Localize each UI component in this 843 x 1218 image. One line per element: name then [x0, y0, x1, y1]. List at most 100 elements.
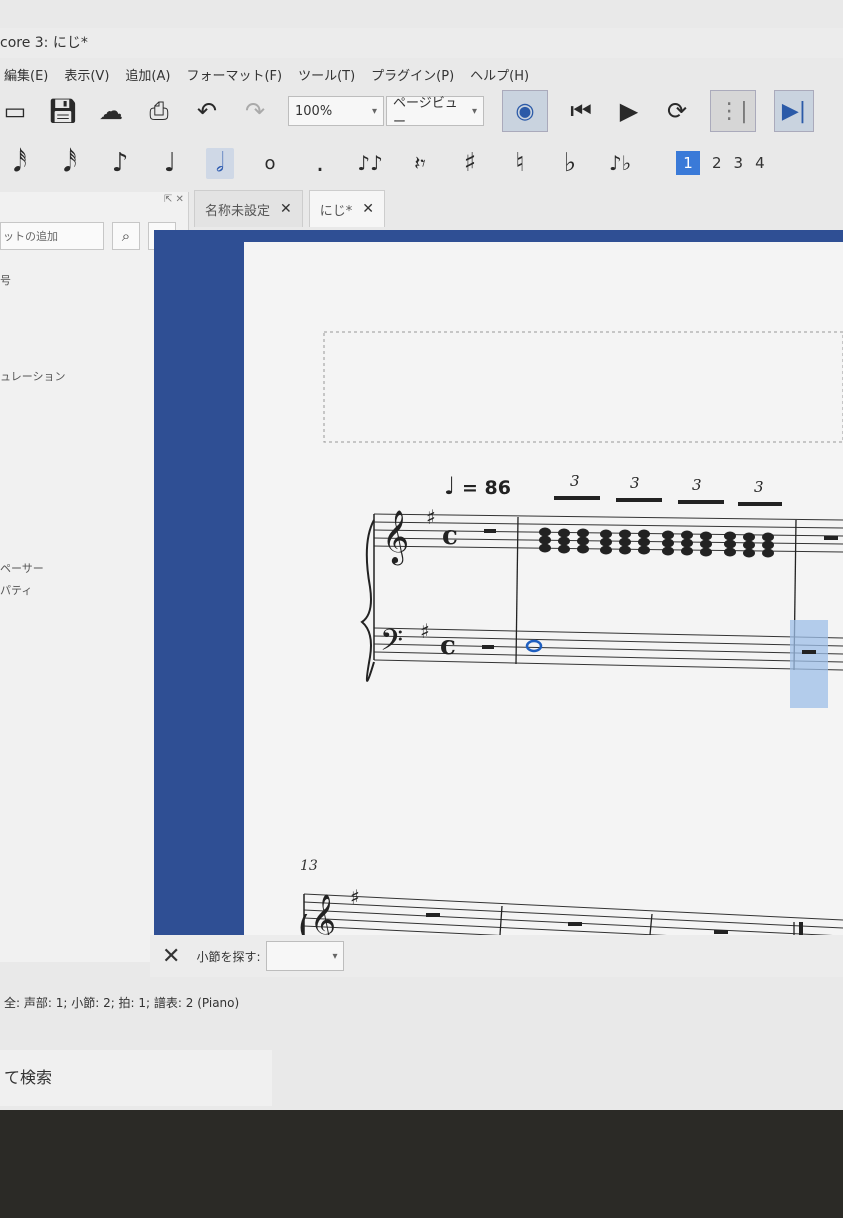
- note-32nd-icon[interactable]: 𝅘𝅥𝅰: [56, 148, 84, 179]
- rewind-icon[interactable]: ⏮: [566, 96, 596, 126]
- redo-icon[interactable]: ↷: [240, 96, 270, 126]
- voice-selector: 1 2 3 4: [676, 151, 765, 175]
- loop-in-button[interactable]: ⋮|: [710, 90, 756, 132]
- view-mode-select[interactable]: ページビュー ▾: [386, 96, 484, 130]
- tuplet-number[interactable]: 3: [630, 474, 640, 492]
- close-icon[interactable]: ✕: [362, 201, 374, 217]
- find-measure-input[interactable]: ▾: [266, 941, 345, 971]
- tuplet-chords-3[interactable]: [662, 500, 724, 557]
- note-input-toolbar: 𝅘𝅥𝅰 𝅘𝅥𝅰 ♪ ♩ 𝅗𝅥 o . ♪♪ 𝄽𝄾 ♯ ♮ ♭ ♪♭ 1 2 3 …: [0, 140, 843, 186]
- tuplet-chords-4[interactable]: [724, 502, 782, 558]
- palette-item-spacers[interactable]: ペーサー: [0, 560, 44, 576]
- barline: [649, 913, 653, 935]
- menu-tools[interactable]: ツール(T): [298, 65, 355, 84]
- find-measure-bar: ✕ 小節を探す: ▾: [150, 935, 843, 977]
- view-mode-value: ページビュー: [393, 96, 458, 130]
- search-icon: ⌕: [121, 227, 131, 245]
- note-whole-icon[interactable]: o: [256, 153, 284, 174]
- half-rest[interactable]: [568, 922, 582, 926]
- menu-plugins[interactable]: プラグイン(P): [371, 65, 454, 84]
- chevron-down-icon: ▾: [332, 950, 338, 962]
- bass-clef-icon[interactable]: 𝄢: [380, 624, 403, 665]
- half-rest[interactable]: [426, 913, 440, 917]
- print-icon[interactable]: ⎙: [144, 96, 174, 126]
- tie-icon[interactable]: ♪♪: [356, 151, 384, 175]
- undo-icon[interactable]: ↶: [192, 96, 222, 126]
- voice-4-button[interactable]: 4: [755, 154, 765, 172]
- score-canvas[interactable]: 𝄞 ♯ c 𝄢 ♯ c ♩ = 86 3 3 3 3 13 (𝄞 ♯: [154, 230, 843, 935]
- sharp-icon[interactable]: ♯: [456, 148, 484, 178]
- half-rest[interactable]: [802, 650, 816, 654]
- play-icon[interactable]: ▶: [614, 96, 644, 126]
- main-toolbar: ▭ 💾︎ ☁ ⎙ ↶ ↷ 100% ▾ ページビュー ▾ ◉ ⏮ ▶ ⟳ ⋮| …: [0, 88, 843, 134]
- whole-note[interactable]: [525, 639, 543, 653]
- note-eighth-icon[interactable]: ♪: [106, 148, 134, 178]
- treble-staff-system-2: [303, 893, 843, 935]
- note-64th-icon[interactable]: 𝅘𝅥𝅰: [6, 148, 34, 179]
- half-rest[interactable]: [824, 536, 838, 540]
- flip-direction-icon[interactable]: ♪♭: [606, 151, 634, 175]
- tuplet-number[interactable]: 3: [570, 472, 580, 490]
- windows-search-box[interactable]: て検索: [0, 1050, 272, 1106]
- natural-icon[interactable]: ♮: [506, 148, 534, 178]
- taskbar: e ▭ @ ▦ ◉ ▮ S ◉: [272, 1080, 843, 1110]
- augmentation-dot-icon[interactable]: .: [306, 148, 334, 178]
- voice-2-button[interactable]: 2: [712, 154, 722, 172]
- menu-help[interactable]: ヘルプ(H): [470, 65, 529, 84]
- save-icon[interactable]: 💾︎: [48, 96, 78, 126]
- midi-input-button[interactable]: ◉: [502, 90, 548, 132]
- tuplet-chords-2[interactable]: [600, 498, 662, 555]
- tempo-note-icon: ♩: [444, 472, 455, 500]
- midi-icon: ◉: [515, 98, 535, 124]
- half-rest[interactable]: [714, 930, 728, 934]
- panel-float-icon[interactable]: ⇱ ✕: [164, 194, 184, 205]
- note-quarter-icon[interactable]: ♩: [156, 148, 184, 178]
- menu-edit[interactable]: 編集(E): [4, 65, 48, 84]
- palette-item-properties[interactable]: パティ: [0, 582, 32, 598]
- find-measure-label: 小節を探す:: [196, 949, 261, 964]
- key-signature-sharp-icon[interactable]: ♯: [350, 885, 360, 909]
- palette-search-button[interactable]: ⌕: [112, 222, 140, 250]
- time-signature-common[interactable]: c: [442, 521, 458, 551]
- tempo-marking[interactable]: = 86: [462, 477, 511, 499]
- close-icon[interactable]: ✕: [280, 201, 292, 217]
- voice-3-button[interactable]: 3: [734, 154, 744, 172]
- key-signature-sharp-icon[interactable]: ♯: [420, 619, 430, 643]
- menu-add[interactable]: 追加(A): [125, 65, 170, 84]
- loop-out-icon: ▶|: [781, 98, 807, 124]
- time-signature-common[interactable]: c: [440, 631, 456, 661]
- screen: core 3: にじ* 編集(E) 表示(V) 追加(A) フォーマット(F) …: [0, 0, 843, 1110]
- flat-icon[interactable]: ♭: [556, 148, 584, 178]
- half-rest[interactable]: [482, 645, 494, 649]
- key-signature-sharp-icon[interactable]: ♯: [426, 505, 436, 529]
- palette-item-key-signatures[interactable]: 号: [0, 272, 11, 288]
- selection-highlight[interactable]: [790, 620, 828, 708]
- loop-icon[interactable]: ⟳: [662, 96, 692, 126]
- tab-label: 名称未設定: [205, 203, 271, 219]
- loop-out-button[interactable]: ▶|: [774, 90, 814, 132]
- menu-format[interactable]: フォーマット(F): [186, 65, 282, 84]
- note-half-icon[interactable]: 𝅗𝅥: [206, 147, 234, 179]
- system-brace-2: (: [298, 910, 310, 935]
- menu-view[interactable]: 表示(V): [64, 65, 109, 84]
- treble-clef-icon[interactable]: 𝄞: [382, 509, 409, 565]
- window-title: core 3: にじ*: [0, 35, 88, 51]
- close-icon[interactable]: ✕: [162, 944, 180, 969]
- title-frame[interactable]: [323, 331, 843, 443]
- zoom-select[interactable]: 100% ▾: [288, 96, 384, 126]
- tab-niji[interactable]: にじ* ✕: [308, 190, 385, 227]
- score-page[interactable]: 𝄞 ♯ c 𝄢 ♯ c ♩ = 86 3 3 3 3 13 (𝄞 ♯: [244, 242, 843, 935]
- half-rest[interactable]: [484, 529, 496, 533]
- cloud-upload-icon[interactable]: ☁: [96, 96, 126, 126]
- palette-search-field[interactable]: ットの追加: [0, 222, 104, 250]
- tuplet-number[interactable]: 3: [754, 478, 764, 496]
- new-file-icon[interactable]: ▭: [0, 96, 30, 126]
- tuplet-number[interactable]: 3: [692, 476, 702, 494]
- tab-untitled[interactable]: 名称未設定 ✕: [194, 190, 303, 227]
- treble-clef-icon[interactable]: 𝄞: [310, 894, 336, 935]
- voice-1-button[interactable]: 1: [676, 151, 700, 175]
- measure-number: 13: [300, 858, 318, 874]
- palette-item-articulations[interactable]: ュレーション: [0, 368, 66, 384]
- search-text: て検索: [4, 1068, 53, 1087]
- rest-icon[interactable]: 𝄽𝄾: [406, 151, 434, 175]
